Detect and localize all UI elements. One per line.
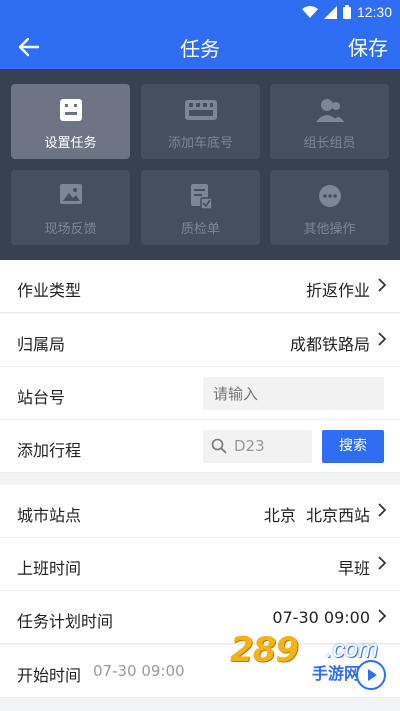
- train-plate-icon: [141, 98, 260, 124]
- tool-label: 组长组员: [303, 136, 356, 151]
- work-type-label: 作业类型: [17, 281, 82, 300]
- status-bar: 12:30: [0, 0, 400, 24]
- tool-add-train-number[interactable]: 添加车底号: [141, 84, 260, 159]
- battery-icon: [342, 5, 351, 19]
- tool-set-task[interactable]: 设置任务: [11, 84, 130, 159]
- site-watermark: 289 .com 手游网: [230, 630, 392, 690]
- image-icon: [11, 184, 130, 210]
- bureau-label: 归属局: [17, 335, 66, 354]
- shift-value: 早班: [337, 559, 370, 578]
- work-type-value: 折返作业: [305, 281, 370, 300]
- tool-label: 质检单: [180, 222, 220, 237]
- tool-team-members[interactable]: 组长组员: [270, 84, 389, 159]
- tool-label: 添加车底号: [167, 136, 233, 151]
- station-label: 城市站点: [17, 506, 82, 525]
- chevron-right-icon: [378, 556, 387, 570]
- search-icon: [211, 438, 227, 454]
- save-button[interactable]: 保存: [348, 32, 388, 61]
- shift-label: 上班时间: [17, 559, 82, 578]
- station-value: 北京 北京西站: [263, 506, 370, 525]
- task-list-icon: [11, 98, 130, 124]
- cellular-signal-icon: [323, 5, 337, 19]
- chevron-right-icon: [378, 503, 387, 517]
- trip-label: 添加行程: [17, 441, 82, 460]
- tool-inspection-sheet[interactable]: 质检单: [141, 170, 260, 245]
- start-time-value: 07-30 09:00: [93, 662, 185, 680]
- watermark-brand: 289: [230, 630, 299, 670]
- section-divider: [0, 473, 400, 485]
- inspection-doc-icon: [141, 184, 260, 210]
- platform-input[interactable]: [203, 377, 384, 410]
- trip-row: 添加行程 D23 搜索: [0, 420, 400, 473]
- work-type-row[interactable]: 作业类型 折返作业: [0, 260, 400, 313]
- platform-label: 站台号: [17, 388, 66, 407]
- bureau-row[interactable]: 归属局 成都铁路局: [0, 314, 400, 367]
- shift-row[interactable]: 上班时间 早班: [0, 538, 400, 591]
- wifi-icon: [301, 5, 318, 18]
- tool-label: 其他操作: [303, 222, 356, 237]
- trip-search-text: D23: [234, 437, 265, 455]
- chevron-right-icon: [378, 278, 387, 292]
- chevron-right-icon: [378, 609, 387, 623]
- page-title: 任务: [180, 37, 220, 61]
- tool-field-feedback[interactable]: 现场反馈: [11, 170, 130, 245]
- search-button[interactable]: 搜索: [322, 430, 384, 463]
- station-row[interactable]: 城市站点 北京 北京西站: [0, 485, 400, 538]
- watermark-tagline: 手游网: [312, 664, 361, 683]
- bureau-value: 成都铁路局: [289, 335, 370, 354]
- play-icon: [356, 660, 386, 690]
- platform-row: 站台号: [0, 367, 400, 420]
- tool-label: 设置任务: [44, 136, 97, 151]
- app-header: 任务 保存: [0, 24, 400, 69]
- start-time-label: 开始时间: [17, 666, 82, 685]
- status-time: 12:30: [356, 4, 392, 20]
- plan-time-value: 07-30 09:00: [272, 608, 370, 627]
- plan-time-label: 任务计划时间: [17, 612, 114, 631]
- chevron-right-icon: [378, 332, 387, 346]
- tool-other-actions[interactable]: 其他操作: [270, 170, 389, 245]
- tool-label: 现场反馈: [44, 222, 97, 237]
- team-members-icon: [270, 98, 389, 124]
- more-icon: [270, 184, 389, 210]
- tool-panel: 设置任务 添加车底号 组长组员 现场反馈 质检单 其他操作: [0, 69, 400, 260]
- trip-search-field[interactable]: D23: [203, 430, 312, 463]
